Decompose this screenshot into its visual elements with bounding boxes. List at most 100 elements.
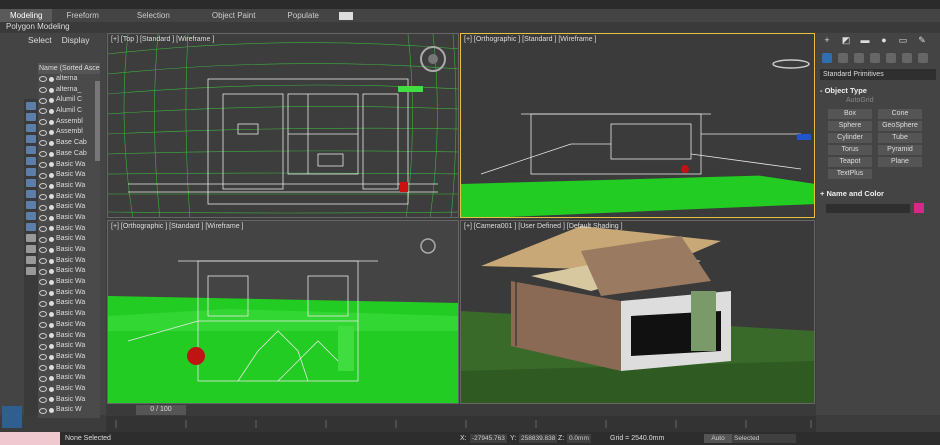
freeze-icon[interactable] — [49, 108, 54, 114]
filter-xrefs-icon[interactable] — [26, 179, 36, 187]
create-cylinder-button[interactable]: Cylinder — [828, 133, 872, 143]
filter-hidden-icon[interactable] — [26, 223, 36, 231]
primitive-type-dropdown[interactable]: Standard Primitives — [820, 69, 936, 80]
filter-helpers-icon[interactable] — [26, 146, 36, 154]
viewport-camera[interactable]: [+] [Camera001 ] [User Defined ] [Defaul… — [460, 220, 815, 404]
explorer-tab-display[interactable]: Display — [62, 35, 90, 45]
freeze-icon[interactable] — [49, 376, 54, 382]
ribbon-panel-label[interactable]: Polygon Modeling — [0, 22, 940, 32]
filter-frozen-icon[interactable] — [26, 212, 36, 220]
freeze-icon[interactable] — [49, 183, 54, 189]
create-geosphere-button[interactable]: GeoSphere — [878, 121, 922, 131]
list-item[interactable]: Basic W — [38, 405, 100, 416]
visibility-eye-icon[interactable] — [39, 300, 47, 307]
explorer-scrollbar[interactable] — [95, 81, 100, 161]
create-tube-button[interactable]: Tube — [878, 133, 922, 143]
viewport-label-ortho2[interactable]: [+] [Orthographic ] [Standard ] [Wirefra… — [111, 223, 243, 230]
layer-explorer-button[interactable] — [2, 406, 22, 428]
list-item[interactable]: Basic Wa — [38, 224, 100, 235]
visibility-eye-icon[interactable] — [39, 247, 47, 254]
visibility-eye-icon[interactable] — [39, 76, 47, 83]
visibility-eye-icon[interactable] — [39, 215, 47, 222]
explorer-tab-select[interactable]: Select — [28, 35, 52, 45]
list-item[interactable]: Basic Wa — [38, 320, 100, 331]
freeze-icon[interactable] — [49, 215, 54, 221]
filter-none-icon[interactable] — [26, 245, 36, 253]
motion-tab-icon[interactable]: ● — [879, 35, 889, 45]
filter-warps-icon[interactable] — [26, 157, 36, 165]
freeze-icon[interactable] — [49, 151, 54, 157]
viewport-label-camera[interactable]: [+] [Camera001 ] [User Defined ] [Defaul… — [464, 223, 623, 230]
list-item[interactable]: Assembl — [38, 117, 100, 128]
selection-set-dropdown[interactable]: Selected — [732, 434, 796, 443]
display-tab-icon[interactable]: ▭ — [898, 35, 908, 45]
visibility-eye-icon[interactable] — [39, 204, 47, 211]
freeze-icon[interactable] — [49, 173, 54, 179]
freeze-icon[interactable] — [49, 205, 54, 211]
freeze-icon[interactable] — [49, 279, 54, 285]
time-slider[interactable]: 0 / 100 — [106, 404, 816, 416]
freeze-icon[interactable] — [49, 237, 54, 243]
freeze-icon[interactable] — [49, 226, 54, 232]
list-item[interactable]: Basic Wa — [38, 277, 100, 288]
filter-cameras-icon[interactable] — [26, 135, 36, 143]
create-pyramid-button[interactable]: Pyramid — [878, 145, 922, 155]
freeze-icon[interactable] — [49, 301, 54, 307]
track-bar[interactable] — [106, 416, 816, 432]
freeze-icon[interactable] — [49, 333, 54, 339]
viewport-orthographic-2[interactable]: [+] [Orthographic ] [Standard ] [Wirefra… — [107, 220, 459, 404]
visibility-eye-icon[interactable] — [39, 364, 47, 371]
cameras-category-icon[interactable] — [870, 53, 880, 63]
list-item[interactable]: Assembl — [38, 127, 100, 138]
freeze-icon[interactable] — [49, 397, 54, 403]
list-item[interactable]: Basic Wa — [38, 181, 100, 192]
viewport-label-ortho1[interactable]: [+] [Orthographic ] [Standard ] [Wirefra… — [464, 36, 596, 43]
filter-shapes-icon[interactable] — [26, 113, 36, 121]
freeze-icon[interactable] — [49, 247, 54, 253]
object-color-swatch[interactable] — [914, 203, 924, 213]
list-item[interactable]: Basic Wa — [38, 288, 100, 299]
visibility-eye-icon[interactable] — [39, 225, 47, 232]
freeze-icon[interactable] — [49, 344, 54, 350]
visibility-eye-icon[interactable] — [39, 258, 47, 265]
list-item[interactable]: Basic Wa — [38, 266, 100, 277]
list-item[interactable]: Basic Wa — [38, 202, 100, 213]
list-item[interactable]: Alumil C — [38, 106, 100, 117]
list-item[interactable]: Basic Wa — [38, 245, 100, 256]
viewport-label-top[interactable]: [+] [Top ] [Standard ] [Wireframe ] — [111, 36, 214, 43]
visibility-eye-icon[interactable] — [39, 151, 47, 158]
visibility-eye-icon[interactable] — [39, 183, 47, 190]
freeze-icon[interactable] — [49, 194, 54, 200]
freeze-icon[interactable] — [49, 322, 54, 328]
list-item[interactable]: Basic Wa — [38, 192, 100, 203]
object-name-input[interactable] — [826, 204, 910, 213]
freeze-icon[interactable] — [49, 354, 54, 360]
visibility-eye-icon[interactable] — [39, 322, 47, 329]
filter-lights-icon[interactable] — [26, 124, 36, 132]
visibility-eye-icon[interactable] — [39, 193, 47, 200]
visibility-eye-icon[interactable] — [39, 108, 47, 115]
x-coordinate-field[interactable]: -27945.763 — [470, 434, 507, 443]
tab-populate[interactable]: Populate — [273, 9, 333, 22]
utilities-tab-icon[interactable]: ✎ — [917, 35, 927, 45]
visibility-eye-icon[interactable] — [39, 290, 47, 297]
filter-containers-icon[interactable] — [26, 201, 36, 209]
freeze-icon[interactable] — [49, 119, 54, 125]
create-tab-icon[interactable]: + — [822, 35, 832, 45]
visibility-eye-icon[interactable] — [39, 311, 47, 318]
visibility-eye-icon[interactable] — [39, 396, 47, 403]
visibility-eye-icon[interactable] — [39, 343, 47, 350]
list-item[interactable]: Basic Wa — [38, 298, 100, 309]
freeze-icon[interactable] — [49, 140, 54, 146]
viewport-orthographic-1[interactable]: [+] [Orthographic ] [Standard ] [Wirefra… — [460, 33, 815, 218]
visibility-eye-icon[interactable] — [39, 375, 47, 382]
ribbon-options-button[interactable] — [339, 11, 354, 20]
tab-freeform[interactable]: Freeform — [52, 9, 112, 22]
list-item[interactable]: Basic Wa — [38, 160, 100, 171]
freeze-icon[interactable] — [49, 311, 54, 317]
visibility-eye-icon[interactable] — [39, 268, 47, 275]
visibility-eye-icon[interactable] — [39, 97, 47, 104]
freeze-icon[interactable] — [49, 365, 54, 371]
list-item[interactable]: Basic Wa — [38, 363, 100, 374]
visibility-eye-icon[interactable] — [39, 407, 47, 414]
